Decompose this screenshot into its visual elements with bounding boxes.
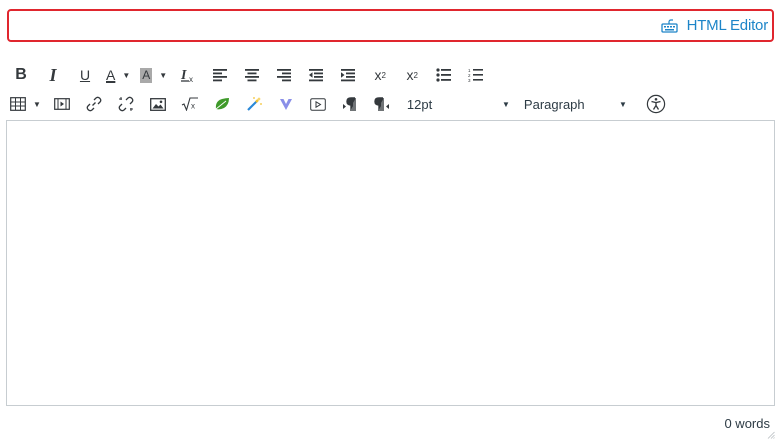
subscript-button[interactable]: x2	[401, 64, 423, 86]
indent-button[interactable]	[337, 64, 359, 86]
editor-top-bar: HTML Editor	[7, 9, 774, 42]
table-button[interactable]: ▼	[10, 93, 41, 115]
chevron-down-icon: ▼	[619, 99, 627, 109]
bold-button[interactable]: B	[10, 64, 32, 86]
bullet-list-button[interactable]	[433, 64, 455, 86]
html-editor-label: HTML Editor	[686, 17, 769, 34]
chevron-down-icon: ▼	[33, 99, 41, 109]
superscript-mark: 2	[381, 70, 386, 80]
align-center-icon	[245, 69, 260, 82]
unlink-icon	[118, 96, 134, 112]
embed-video-button[interactable]	[307, 93, 329, 115]
image-button[interactable]	[147, 93, 169, 115]
background-color-button[interactable]: A ▼	[140, 64, 167, 86]
superscript-button[interactable]: x2	[369, 64, 391, 86]
align-right-button[interactable]	[273, 64, 295, 86]
chevron-down-icon: ▼	[159, 70, 168, 80]
svg-text:x: x	[189, 75, 193, 83]
resize-handle-icon[interactable]	[767, 431, 775, 439]
image-icon	[149, 97, 166, 111]
html-editor-toggle[interactable]: HTML Editor	[660, 17, 769, 34]
indent-icon	[341, 69, 356, 82]
align-right-icon	[277, 69, 292, 82]
chevron-down-icon: ▼	[502, 99, 510, 109]
block-format-value: Paragraph	[523, 96, 585, 112]
v-shape-icon	[279, 98, 292, 110]
accessibility-checker-button[interactable]	[645, 93, 667, 115]
magic-wand-icon	[247, 97, 262, 111]
svg-text:3: 3	[468, 78, 471, 82]
toolbar-row-insert: ▼ x 12pt ▼ Paragraph ▼	[10, 93, 677, 115]
font-size-value: 12pt	[406, 96, 433, 112]
media-button[interactable]	[51, 93, 73, 115]
link-button[interactable]	[83, 93, 105, 115]
numbered-list-icon: 1 2 3	[468, 68, 484, 82]
bullet-list-icon	[436, 68, 452, 82]
equation-button[interactable]: x	[179, 93, 201, 115]
link-icon	[86, 96, 102, 112]
unlink-button[interactable]	[115, 93, 137, 115]
align-left-button[interactable]	[209, 64, 231, 86]
play-box-icon	[310, 97, 326, 111]
align-center-button[interactable]	[241, 64, 263, 86]
outdent-button[interactable]	[305, 64, 327, 86]
keyboard-icon	[660, 18, 678, 33]
svg-text:x: x	[191, 102, 195, 111]
subscript-icon: x	[406, 67, 414, 83]
magic-wand-button[interactable]	[243, 93, 265, 115]
leaf-plugin-button[interactable]	[211, 93, 233, 115]
toolbar-row-formatting: B I U A ▼ A ▼ I x x 2 x 2 1 2 3	[10, 64, 497, 86]
v-plugin-button[interactable]	[275, 93, 297, 115]
clear-formatting-icon: I x	[180, 68, 193, 83]
ltr-paragraph-button[interactable]	[339, 93, 361, 115]
rich-text-editor-area[interactable]	[6, 120, 775, 406]
ltr-paragraph-icon	[342, 96, 356, 111]
chevron-down-icon: ▼	[122, 70, 131, 80]
superscript-icon: x	[374, 67, 382, 83]
square-root-icon: x	[181, 97, 198, 111]
text-color-icon: A	[106, 67, 116, 83]
rtl-paragraph-icon	[374, 96, 389, 111]
clear-formatting-button[interactable]: I x	[177, 64, 199, 86]
text-color-button[interactable]: A ▼	[106, 64, 130, 86]
word-count: 0 words	[724, 416, 770, 431]
media-icon	[54, 98, 70, 110]
block-format-select[interactable]: Paragraph ▼	[524, 93, 627, 115]
align-left-icon	[213, 69, 228, 82]
numbered-list-button[interactable]: 1 2 3	[465, 64, 487, 86]
background-color-icon: A	[140, 67, 153, 83]
subscript-mark: 2	[413, 70, 418, 80]
rtl-paragraph-button[interactable]	[371, 93, 393, 115]
underline-button[interactable]: U	[74, 64, 96, 86]
italic-button[interactable]: I	[42, 64, 64, 86]
font-size-select[interactable]: 12pt ▼	[407, 93, 510, 115]
leaf-icon	[215, 98, 229, 110]
table-icon	[10, 97, 26, 111]
outdent-icon	[309, 69, 324, 82]
accessibility-icon	[646, 94, 666, 114]
